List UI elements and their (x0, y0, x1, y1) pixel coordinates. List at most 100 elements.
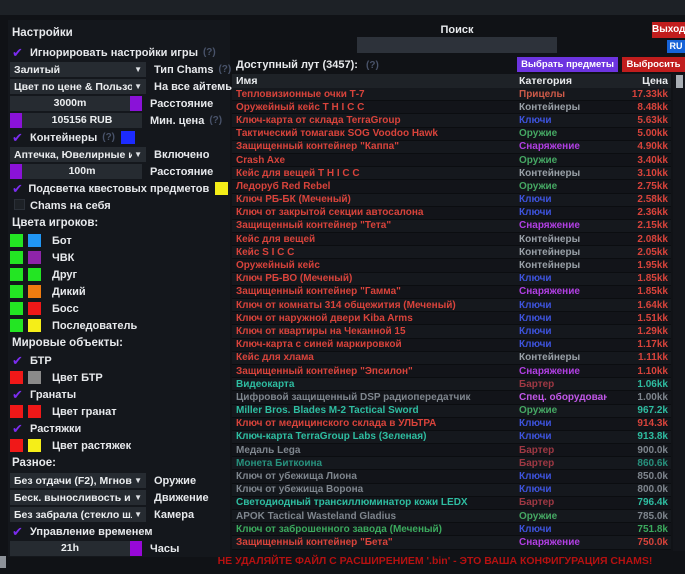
left-edge-handle[interactable] (0, 556, 6, 568)
color-swatch[interactable] (28, 268, 41, 281)
color-swatch[interactable] (130, 96, 142, 111)
drop-all-button[interactable]: Выбросить все (622, 57, 685, 72)
checkbox-checked[interactable]: ✔ (10, 353, 30, 368)
color-swatch[interactable] (10, 164, 22, 179)
loot-table-row[interactable]: Кейс S I C CКонтейнеры2.05kk (232, 246, 671, 259)
loot-table-row[interactable]: Ключ от убежища ВоронаКлючи800.0k (232, 484, 671, 497)
loot-table-row[interactable]: Ключ РБ-ВО (Меченый)Ключи1.85kk (232, 273, 671, 286)
color-swatch[interactable] (28, 405, 41, 418)
exit-button[interactable]: Выход (652, 22, 685, 38)
checkbox-label: Chams на себя (30, 200, 111, 212)
loot-table-row[interactable]: Ключ от квартиры на Чеканной 15Ключи1.29… (232, 325, 671, 338)
loot-table-row[interactable]: Тепловизионные очки Т-7Прицелы17.33kk (232, 88, 671, 101)
color-swatch[interactable] (10, 371, 23, 384)
loot-table-row[interactable]: Монета БиткоинаБартер860.6k (232, 457, 671, 470)
color-swatch[interactable] (10, 302, 23, 315)
loot-table-row[interactable]: Ключ от закрытой секции автосалонаКлючи2… (232, 207, 671, 220)
dropdown[interactable]: Без отдачи (F2), Мгновенное п▼ (10, 473, 146, 488)
checkbox-checked[interactable]: ✔ (10, 387, 30, 402)
loot-table-row[interactable]: Miller Bros. Blades M-2 Tactical SwordОр… (232, 405, 671, 418)
loot-table-row[interactable]: Ключ от заброшенного завода (Меченый)Клю… (232, 523, 671, 536)
checkbox-unchecked[interactable] (10, 198, 30, 213)
color-swatch[interactable] (10, 234, 23, 247)
loot-item-price: 914.3k (607, 418, 671, 429)
hint-icon[interactable]: (?) (218, 64, 231, 75)
value-input[interactable]: 100m (22, 164, 142, 179)
loot-table-row[interactable]: Защищенный контейнер "Тета"Снаряжение2.1… (232, 220, 671, 233)
checkbox-checked[interactable]: ✔ (10, 421, 30, 436)
loot-table-row[interactable]: Ключ от наружной двери Kiba ArmsКлючи1.5… (232, 312, 671, 325)
hint-icon[interactable]: (?) (209, 115, 222, 126)
value-input[interactable]: 21h (10, 541, 130, 556)
loot-table-row[interactable]: APOK Tactical Wasteland GladiusОружие785… (232, 510, 671, 523)
select-kappa-items-button[interactable]: Выбрать предметы каппа (517, 57, 618, 72)
color-swatch[interactable] (10, 405, 23, 418)
loot-table-row[interactable]: Цифровой защищенный DSP радиопередатчикС… (232, 391, 671, 404)
checkbox-checked[interactable]: ✔ (10, 181, 28, 196)
loot-table-row[interactable]: Ключ-карта TerraGroup Labs (Зеленая)Ключ… (232, 431, 671, 444)
loot-table-row[interactable]: Crash AxeОружие3.40kk (232, 154, 671, 167)
color-swatch[interactable] (28, 285, 41, 298)
loot-item-category: Ключи (519, 484, 607, 495)
color-swatch[interactable] (10, 319, 23, 332)
color-swatch[interactable] (10, 268, 23, 281)
column-header-name[interactable]: Имя (232, 75, 519, 87)
table-scrollbar[interactable] (673, 74, 685, 551)
checkbox-checked[interactable]: ✔ (10, 130, 30, 145)
loot-table-row[interactable]: Ключ от комнаты 314 общежития (Меченый)К… (232, 299, 671, 312)
color-swatch[interactable] (10, 113, 22, 128)
loot-table-row[interactable]: Светодиодный трансиллюминатор кожи LEDXБ… (232, 497, 671, 510)
color-swatch[interactable] (28, 371, 41, 384)
color-swatch[interactable] (130, 541, 142, 556)
loot-table-row[interactable]: Ключ-карта с синей маркировкойКлючи1.17k… (232, 339, 671, 352)
dropdown[interactable]: Залитый▼ (10, 62, 146, 77)
loot-table-row[interactable]: Кейс для вещей T H I C CКонтейнеры3.10kk (232, 167, 671, 180)
checkbox-checked[interactable]: ✔ (10, 45, 30, 60)
search-input[interactable] (357, 37, 557, 53)
loot-table-row[interactable]: Кейс для хламаКонтейнеры1.11kk (232, 352, 671, 365)
loot-table-row[interactable]: Кейс для вещейКонтейнеры2.08kk (232, 233, 671, 246)
color-swatch[interactable] (28, 251, 41, 264)
loot-table-row[interactable]: Ледоруб Red RebelОружие2.75kk (232, 180, 671, 193)
hint-icon[interactable]: (?) (203, 47, 216, 58)
loot-table-row[interactable]: Тактический томагавк SOG Voodoo HawkОруж… (232, 128, 671, 141)
loot-table-row[interactable]: Оружейный кейс T H I C CКонтейнеры8.48kk (232, 101, 671, 114)
checkbox-checked[interactable]: ✔ (10, 524, 30, 539)
color-swatch[interactable] (10, 251, 23, 264)
loot-item-price: 1.29kk (607, 326, 671, 337)
loot-table-row[interactable]: Ключ РБ-БК (Меченый)Ключи2.58kk (232, 194, 671, 207)
loot-table-row[interactable]: Защищенный контейнер "Бета"Снаряжение750… (232, 536, 671, 549)
loot-table-row[interactable]: Защищенный контейнер "Эпсилон"Снаряжение… (232, 365, 671, 378)
loot-hint-icon[interactable]: (?) (366, 60, 379, 71)
loot-table-row[interactable]: ВидеокартаБартер1.06kk (232, 378, 671, 391)
column-header-category[interactable]: Категория (519, 75, 607, 87)
dropdown[interactable]: Аптечка, Ювелирные и...▼ (10, 147, 146, 162)
table-scrollbar-thumb[interactable] (676, 75, 683, 88)
value-input[interactable]: 105156 RUB (22, 113, 142, 128)
loot-item-price: 2.58kk (607, 194, 671, 205)
color-swatch[interactable] (28, 439, 41, 452)
color-swatch[interactable] (28, 302, 41, 315)
loot-table-row[interactable]: Ключ от убежища ЛионаКлючи850.0k (232, 470, 671, 483)
color-swatch[interactable] (10, 285, 23, 298)
color-swatch[interactable] (10, 439, 23, 452)
column-header-price[interactable]: Цена (607, 75, 671, 87)
color-swatch[interactable] (121, 131, 135, 144)
value-input[interactable]: 3000m (10, 96, 130, 111)
dropdown[interactable]: Без забрала (стекло шлема)▼ (10, 507, 146, 522)
loot-table-row[interactable]: Защищенный контейнер "Каппа"Снаряжение4.… (232, 141, 671, 154)
color-swatch[interactable] (28, 319, 41, 332)
checkbox-label: Подсветка квестовых предметов (28, 183, 209, 195)
color-swatch[interactable] (215, 182, 228, 195)
loot-table-row[interactable]: Защищенный контейнер "Гамма"Снаряжение1.… (232, 286, 671, 299)
loot-item-name: Защищенный контейнер "Тета" (232, 220, 519, 231)
language-button[interactable]: RU (667, 40, 685, 53)
loot-table-row[interactable]: Ключ от медицинского склада в УЛЬТРАКлюч… (232, 418, 671, 431)
loot-table-row[interactable]: Ключ-карта от склада TerraGroupКлючи5.63… (232, 114, 671, 127)
loot-table-row[interactable]: Медаль LegaБартер900.0k (232, 444, 671, 457)
dropdown[interactable]: Беск. выносливость и нет уста▼ (10, 490, 146, 505)
dropdown[interactable]: Цвет по цене & Пользователь▼ (10, 79, 146, 94)
loot-table-row[interactable]: Оружейный кейсКонтейнеры1.95kk (232, 259, 671, 272)
color-swatch[interactable] (28, 234, 41, 247)
hint-icon[interactable]: (?) (102, 132, 115, 143)
